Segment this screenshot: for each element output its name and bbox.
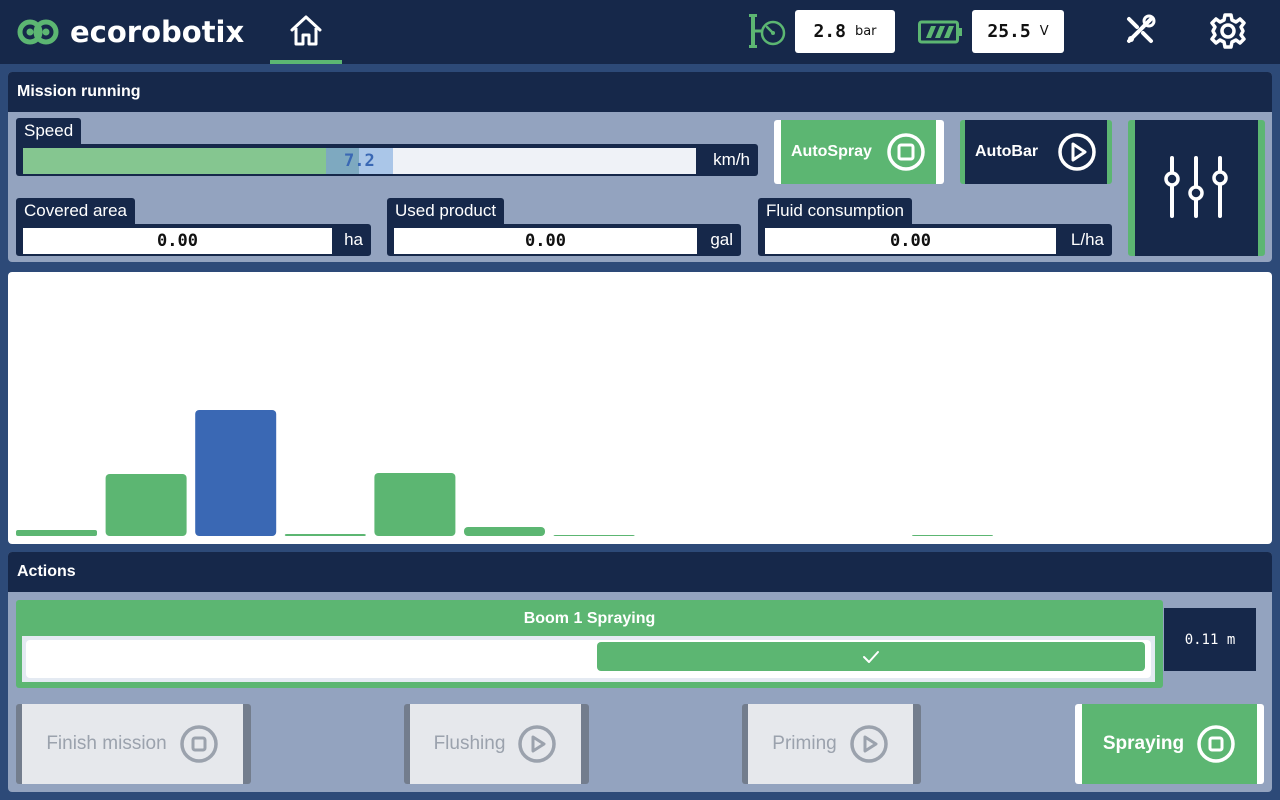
boom-progress-track <box>22 636 1155 682</box>
chart-bar-5 <box>374 473 456 536</box>
finish-mission-button[interactable]: Finish mission <box>16 704 251 784</box>
speed-field: 7.2 km/h <box>16 144 758 176</box>
top-bar: ecorobotix 2.8 bar 25.5 V <box>0 0 1280 64</box>
chart-bar-3 <box>195 410 277 536</box>
speed-label: Speed <box>16 118 82 146</box>
covered-area-unit: ha <box>344 230 363 249</box>
covered-area-label: Covered area <box>16 198 136 226</box>
logo-mark-icon <box>17 19 59 45</box>
play-icon <box>849 725 888 763</box>
home-tab[interactable] <box>270 0 342 64</box>
spraying-label: Spraying <box>1102 733 1185 754</box>
stop-icon <box>1197 725 1235 763</box>
gear-icon[interactable] <box>1208 11 1248 51</box>
finish-mission-label: Finish mission <box>46 733 167 754</box>
fluid-consumption-value: 0.00 <box>765 228 1056 254</box>
voltage-unit: V <box>1039 24 1049 39</box>
stop-icon <box>887 133 925 171</box>
boom-distance: 0.11 m <box>1164 608 1256 671</box>
tools-icon[interactable] <box>1124 14 1156 46</box>
used-product-unit: gal <box>710 230 733 249</box>
pressure-value: 2.8 <box>813 21 846 42</box>
battery-icon <box>918 20 962 44</box>
pressure-unit: bar <box>854 24 877 39</box>
covered-area-value: 0.00 <box>23 228 332 254</box>
voltage-readout: 25.5 V <box>972 10 1064 53</box>
used-product-value: 0.00 <box>394 228 697 254</box>
chart-bar-11 <box>912 535 993 536</box>
stop-icon <box>179 725 218 763</box>
play-icon <box>518 725 557 763</box>
boom-status: Boom 1 Spraying <box>16 600 1163 688</box>
home-icon <box>290 15 322 46</box>
fluid-consumption-label: Fluid consumption <box>758 198 912 226</box>
autospray-button[interactable]: AutoSpray <box>774 120 944 184</box>
flushing-button[interactable]: Flushing <box>404 704 589 784</box>
pressure-gauge-icon <box>749 14 786 48</box>
chart-bar-1 <box>16 530 97 536</box>
spray-bar-chart <box>8 272 1272 544</box>
autobar-label: AutoBar <box>975 143 1039 160</box>
speed-bar-fill <box>23 148 326 174</box>
used-product-label: Used product <box>387 198 505 226</box>
voltage-value: 25.5 <box>987 21 1031 42</box>
autospray-label: AutoSpray <box>791 143 872 160</box>
chart-bar-2 <box>105 474 187 536</box>
fluid-consumption-unit: L/ha <box>1070 230 1104 249</box>
mission-panel: Mission running Speed 7.2 km/h Covered a… <box>8 72 1272 262</box>
flushing-label: Flushing <box>433 733 506 754</box>
chart-bar-4 <box>284 534 366 536</box>
used-product-field: 0.00 gal <box>387 224 741 256</box>
actions-title: Actions <box>8 552 1272 592</box>
mission-settings-button[interactable] <box>1128 120 1265 256</box>
pressure-readout: 2.8 bar <box>795 10 895 53</box>
boom-label: Boom 1 Spraying <box>523 610 656 627</box>
brand-name: ecorobotix <box>70 15 245 49</box>
check-icon <box>597 642 1145 671</box>
spraying-button[interactable]: Spraying <box>1075 704 1264 784</box>
priming-button[interactable]: Priming <box>742 704 921 784</box>
autobar-button[interactable]: AutoBar <box>960 120 1112 184</box>
fluid-consumption-field: 0.00 L/ha <box>758 224 1112 256</box>
chart-bar-7 <box>553 535 635 536</box>
speed-bar: 7.2 <box>23 148 696 174</box>
chart-canvas <box>16 410 993 536</box>
actions-panel: Actions Boom 1 Spraying 0.11 m Finish mi… <box>8 552 1272 792</box>
speed-unit: km/h <box>713 150 750 169</box>
active-tab-indicator <box>270 60 342 64</box>
priming-label: Priming <box>772 733 837 754</box>
play-icon <box>1058 133 1096 171</box>
covered-area-field: 0.00 ha <box>16 224 371 256</box>
sliders-icon <box>1164 156 1228 218</box>
brand-logo: ecorobotix <box>16 14 244 50</box>
speed-value: 7.2 <box>344 151 375 171</box>
chart-bar-6 <box>464 527 545 536</box>
mission-status-title: Mission running <box>8 72 1272 112</box>
